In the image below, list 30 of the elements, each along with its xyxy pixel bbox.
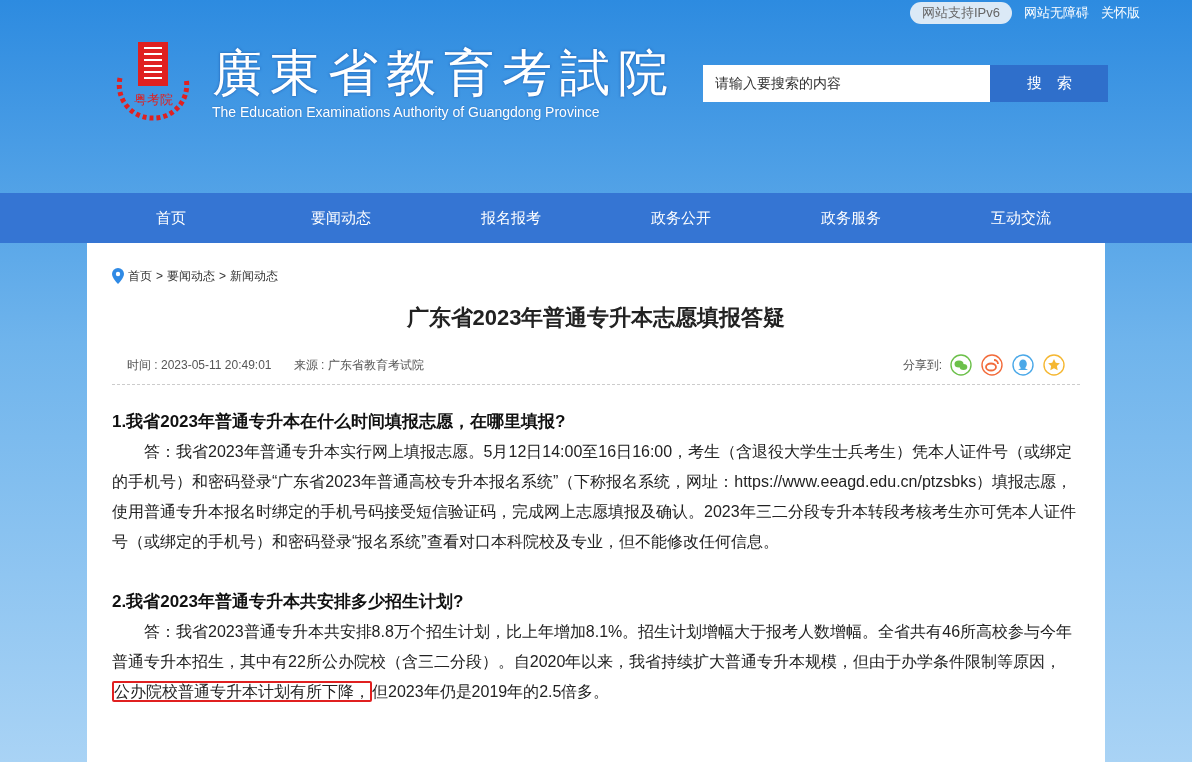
- breadcrumb-separator: >: [156, 268, 163, 285]
- share-label: 分享到:: [902, 357, 942, 374]
- site-title: 廣東省教育考試院: [212, 43, 676, 102]
- top-link[interactable]: 网站无障碍: [1024, 3, 1089, 23]
- chat-bubbles-icon[interactable]: [950, 354, 972, 376]
- nav-link[interactable]: 互动交流: [936, 206, 1106, 230]
- search-field[interactable]: 请输入要搜索的内容: [703, 64, 990, 102]
- ipv6-link[interactable]: 网站支持IPv6: [910, 2, 1012, 24]
- emblem-logo: 粤考院: [108, 38, 198, 128]
- article-title: 广东省2023年普通专升本志愿填报答疑: [405, 304, 787, 332]
- question-heading: 1.我省2023年普通专升本在什么时间填报志愿，在哪里填报?: [112, 411, 567, 433]
- article-source: 来源 : 广东省教育考试院: [293, 357, 424, 374]
- breadcrumb-link[interactable]: 首页: [128, 267, 152, 285]
- answer-paragraph: 答：我省2023年普通专升本实行网上填报志愿。5月12日14:00至16日16:00，考生（含退役大学生士兵考生）凭本人证件号（或绑定的手机号）和密码登录“广东省2023年普通高校专升本报名系统”（下称报名系统，网址：https://www.eeagd.edu.cn/ptzsbks）填报志愿，使用普通专升本报名时绑定的手机号码接受短信验证码，完成网上志愿填报及确认。2023年三二分段专升本转段考核考生亦可凭本人证件号（或绑定的手机号）和密码登录“报名系统”查看对口本科院校及专业，但不能修改任何信息。: [112, 442, 1077, 552]
- publish-time: 时间 : 2023-05-11 20:49:01: [127, 357, 272, 374]
- answer-paragraph: 答：我省2023普通专升本共安排8.8万个招生计划，比上年增加8.1%。招生计划增幅大于报考人数增幅。全省共有46所高校参与今年普通专升本招生，其中有22所公办院校（含三二分段）。自2020年以来，我省持续扩大普通专升本规模，但由于办学条件限制等原因， 公办院校普通专升本计划有所下降，但2023年仍是2019年的2.5倍多。: [112, 622, 1074, 704]
- nav-link[interactable]: 政务公开: [596, 206, 766, 230]
- top-link[interactable]: 关怀版: [1101, 3, 1140, 23]
- site-subtitle: The Education Examinations Authority of Guangdong Province: [212, 102, 601, 122]
- nav-link[interactable]: 政务服务: [766, 206, 936, 230]
- location-pin-icon: [112, 268, 124, 284]
- breadcrumb-link[interactable]: 新闻动态: [230, 267, 279, 285]
- nav-link[interactable]: 首页: [86, 206, 256, 230]
- nav-link[interactable]: 报名报考: [426, 206, 596, 230]
- penguin-icon[interactable]: [1012, 354, 1034, 376]
- nav-link[interactable]: 要闻动态: [256, 206, 426, 230]
- breadcrumb-separator: >: [219, 268, 227, 285]
- question-heading: 2.我省2023年普通专升本共安排多少招生计划?: [112, 591, 465, 613]
- breadcrumb-link[interactable]: 要闻动态: [167, 267, 215, 285]
- search-button[interactable]: 搜 索: [990, 64, 1108, 102]
